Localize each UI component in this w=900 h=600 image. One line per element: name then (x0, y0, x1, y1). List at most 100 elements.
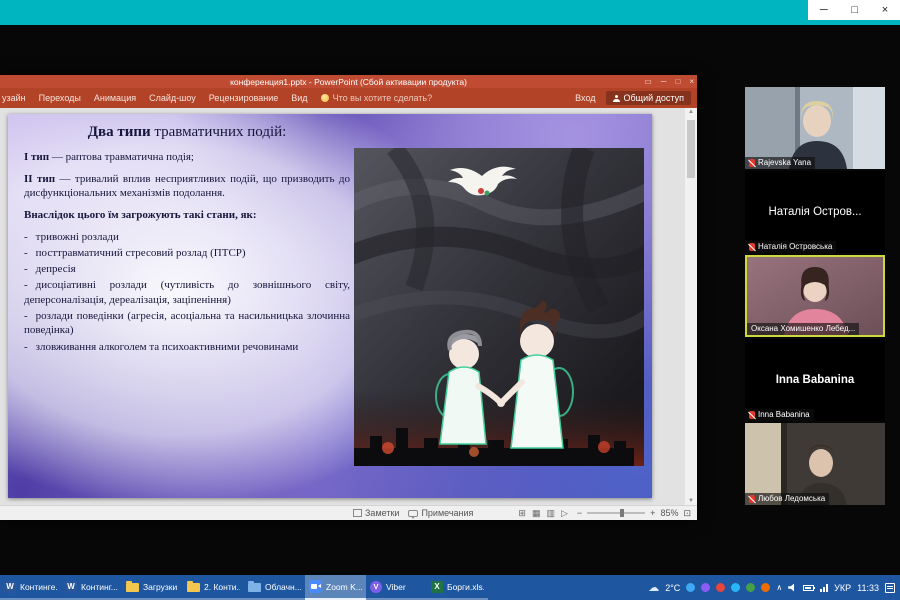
weather-temperature[interactable]: 2°C (665, 583, 680, 593)
tab-design[interactable]: узайн (2, 93, 26, 103)
tray-app-icon[interactable] (746, 583, 755, 592)
tray-app-icon[interactable] (731, 583, 740, 592)
taskbar-item-folder[interactable]: 2. Конти... (183, 575, 244, 600)
term-type2: ІІ тип (24, 173, 55, 185)
list-item: -посттравматичний стресовий розлад (ПТСР… (24, 246, 350, 260)
zoom-out-button[interactable]: − (577, 508, 582, 518)
participant-name-badge: Inna Babanina (745, 409, 814, 421)
bullet-text: розлади поведінки (агресія, асоціальна т… (24, 310, 350, 336)
share-button[interactable]: Общий доступ (606, 91, 691, 105)
tell-me-label: Что вы хотите сделать? (333, 93, 433, 103)
ppt-minimize-icon[interactable]: ─ (661, 77, 667, 86)
tab-slideshow[interactable]: Слайд-шоу (149, 93, 196, 103)
slide-scrollbar[interactable]: ▲ ▼ (685, 108, 697, 505)
bullet-dash: - (24, 263, 36, 275)
zoom-icon (309, 580, 322, 593)
participant-tile-inna[interactable]: Inna Babanina Inna Babanina (745, 339, 885, 421)
normal-view-icon[interactable]: ⊞ (518, 508, 526, 519)
slide-text-block: Два типи травматичних подій: І тип — рап… (24, 124, 350, 356)
tab-transitions[interactable]: Переходы (39, 93, 81, 103)
reading-view-icon[interactable]: ▥ (546, 508, 555, 519)
slide[interactable]: Два типи травматичних подій: І тип — рап… (8, 114, 652, 498)
restore-icon[interactable]: □ (851, 5, 858, 16)
taskbar-item-word-doc2[interactable]: W Континг... (61, 575, 122, 600)
slide-sorter-icon[interactable]: ▦ (532, 508, 541, 519)
scrollbar-thumb[interactable] (687, 120, 695, 178)
weather-cloud-icon[interactable]: ☁ (648, 581, 659, 594)
comments-button[interactable]: Примечания (408, 508, 473, 518)
ppt-restore-icon[interactable]: □ (675, 77, 680, 86)
taskbar-item-label: Облачн... (265, 582, 301, 592)
slideshow-icon[interactable]: ▷ (561, 508, 568, 519)
powerpoint-status-bar: Заметки Примечания ⊞ ▦ ▥ ▷ − + 85% ⊡ (0, 505, 697, 520)
tray-app-icon[interactable] (686, 583, 695, 592)
notification-center-icon[interactable] (885, 583, 895, 593)
participant-video-liubov[interactable]: Любов Ледомська (745, 423, 885, 505)
bullet-text: дисоціативні розлади (чутливість до зовн… (24, 279, 350, 305)
powerpoint-title: конференция1.pptx - PowerPoint (Сбой акт… (230, 77, 467, 87)
ribbon-tab-bar: узайн Переходы Анимация Слайд-шоу Реценз… (0, 88, 697, 108)
tab-review[interactable]: Рецензирование (209, 93, 279, 103)
comments-label: Примечания (421, 508, 473, 518)
participant-name: Наталія Островська (758, 243, 832, 251)
tab-view[interactable]: Вид (291, 93, 307, 103)
scroll-down-icon[interactable]: ▼ (688, 498, 694, 504)
participant-name: Inna Babanina (758, 411, 810, 419)
taskbar-item-cloud-folder[interactable]: Облачн... (244, 575, 305, 600)
battery-icon[interactable] (803, 585, 814, 591)
zoom-slider[interactable] (587, 512, 645, 514)
language-indicator[interactable]: УКР (834, 583, 851, 593)
taskbar-item-zoom[interactable]: Zoom K... (305, 575, 366, 600)
participant-tile-nataliia[interactable]: Наталія Остров... Наталія Островська (745, 171, 885, 253)
bullet-text: депресія (36, 263, 76, 275)
taskbar-item-downloads[interactable]: Загрузки (122, 575, 183, 600)
scroll-up-icon[interactable]: ▲ (688, 109, 694, 115)
tray-app-icon[interactable] (716, 583, 725, 592)
tab-animations[interactable]: Анимация (94, 93, 136, 103)
taskbar-item-excel[interactable]: X Борги.xls... (427, 575, 488, 600)
tray-app-icon[interactable] (761, 583, 770, 592)
mic-muted-icon (749, 243, 755, 251)
minimize-icon[interactable]: ─ (820, 5, 828, 16)
taskbar-item-label: Viber (386, 582, 406, 592)
participant-name: Оксана Хомишенко Лебед... (751, 325, 855, 333)
participant-video-rajevska[interactable]: Rajevska Yana (745, 87, 885, 169)
mic-muted-icon (749, 411, 755, 419)
tray-app-icon[interactable] (701, 583, 710, 592)
notes-icon (353, 509, 362, 517)
word-icon: W (65, 581, 77, 593)
lightbulb-icon (321, 94, 329, 102)
taskbar-item-label: Zoom K... (326, 582, 362, 592)
tray-expand-icon[interactable]: ∧ (776, 583, 782, 592)
taskbar-item-viber[interactable]: V Viber (366, 575, 427, 600)
folder-icon (187, 583, 200, 592)
participant-video-oksana-active-speaker[interactable]: Оксана Хомишенко Лебед... (745, 255, 885, 337)
volume-icon[interactable] (788, 584, 797, 592)
tell-me-box[interactable]: Что вы хотите сделать? (321, 93, 433, 103)
clock[interactable]: 11:33 (857, 583, 879, 593)
powerpoint-titlebar[interactable]: конференция1.pptx - PowerPoint (Сбой акт… (0, 75, 697, 88)
list-item: -розлади поведінки (агресія, асоціальна … (24, 309, 350, 338)
zoom-slider-thumb[interactable] (620, 509, 624, 517)
zoom-control: − + 85% ⊡ (577, 508, 691, 519)
zoom-level[interactable]: 85% (660, 508, 678, 518)
fit-to-window-icon[interactable]: ⊡ (683, 508, 691, 519)
taskbar-item-word-doc1[interactable]: W Континге... (0, 575, 61, 600)
participant-name-badge: Rajevska Yana (745, 157, 815, 169)
taskbar-item-label: 2. Конти... (204, 582, 240, 592)
participant-name-badge: Оксана Хомишенко Лебед... (747, 323, 859, 335)
participant-name-badge: Наталія Островська (745, 241, 836, 253)
zoom-meeting-topbar (0, 0, 900, 25)
term-type1: І тип (24, 151, 49, 163)
sign-in-button[interactable]: Вход (575, 93, 595, 103)
list-item: -депресія (24, 262, 350, 276)
zoom-in-button[interactable]: + (650, 508, 655, 518)
share-button-label: Общий доступ (624, 93, 684, 103)
network-icon[interactable] (820, 584, 828, 592)
close-icon[interactable]: × (882, 5, 888, 16)
ppt-close-icon[interactable]: × (689, 77, 694, 86)
notes-button[interactable]: Заметки (353, 508, 399, 518)
participants-panel: Rajevska Yana Наталія Остров... Наталія … (745, 87, 885, 507)
ribbon-options-icon[interactable]: ▭ (644, 77, 652, 86)
slide-title: Два типи травматичних подій: (24, 124, 350, 141)
